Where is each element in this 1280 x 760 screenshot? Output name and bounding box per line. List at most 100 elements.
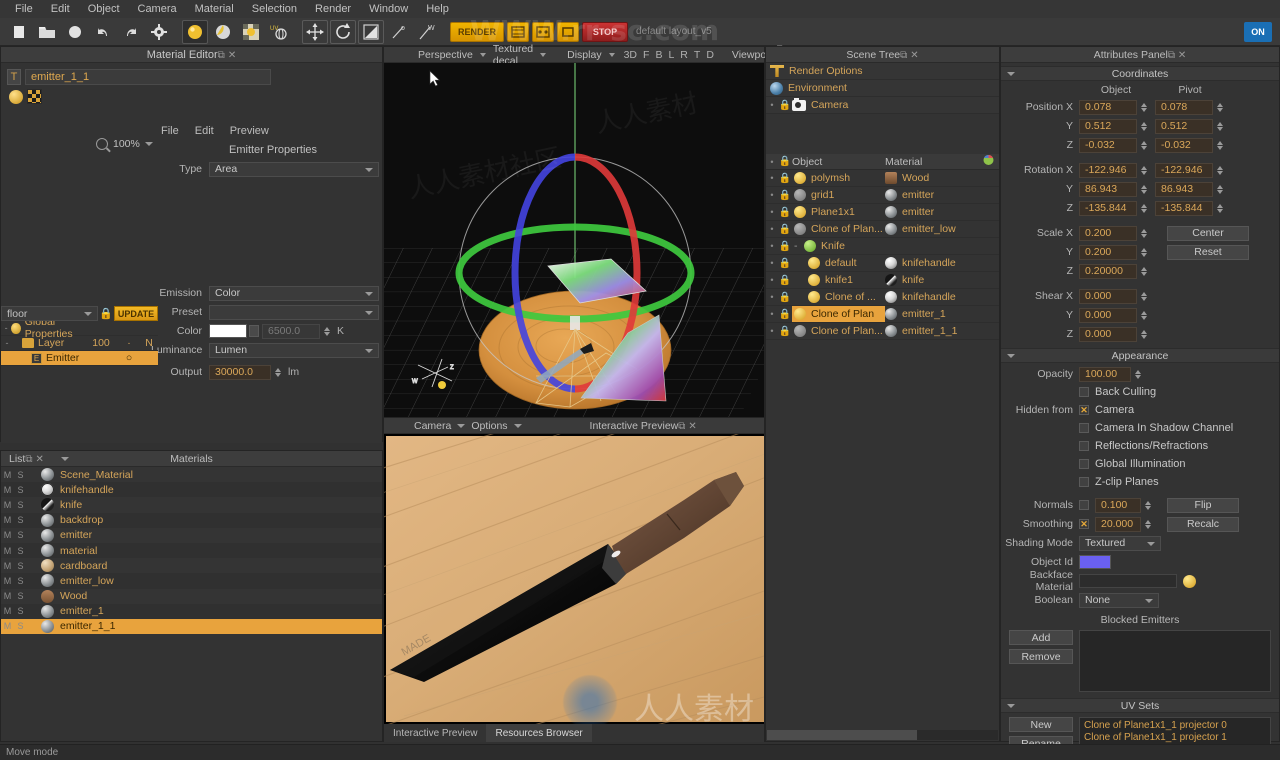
scene-tree-row[interactable]: • 🔒 Clone of ... knifehandle	[766, 289, 999, 306]
coordinate-pivot-stepper[interactable]	[1215, 100, 1225, 115]
lock-icon[interactable]: 🔒	[778, 207, 792, 218]
material-s-col[interactable]: S	[14, 561, 27, 571]
coordinate-object-stepper[interactable]	[1139, 100, 1149, 115]
coordinate-pivot-input[interactable]: 0.512	[1155, 118, 1213, 134]
material-s-col[interactable]: S	[14, 485, 27, 495]
uv-icon[interactable]: UV	[266, 20, 292, 44]
smoothing-stepper[interactable]	[1143, 517, 1153, 532]
scene-tree-row[interactable]: • 🔒 Clone of Plan emitter_1	[766, 306, 999, 323]
lock-icon[interactable]: 🔒	[778, 224, 792, 235]
lock-icon[interactable]: 🔒	[778, 292, 792, 303]
menu-item-edit[interactable]: Edit	[42, 1, 79, 17]
coordinate-pivot-input[interactable]: -122.946	[1155, 162, 1213, 178]
undock-icon[interactable]: ⧉	[218, 50, 225, 61]
material-name-input[interactable]: emitter_1_1	[25, 69, 271, 85]
coordinate-object-stepper[interactable]	[1139, 119, 1149, 134]
render-button[interactable]: RENDER	[450, 21, 505, 42]
lock-icon[interactable]: 🔒	[778, 173, 792, 184]
appearance-section-header[interactable]: Appearance	[1001, 348, 1279, 363]
me-menu-preview[interactable]: Preview	[230, 125, 269, 137]
layer-select[interactable]: floor	[1, 306, 98, 321]
material-m-col[interactable]: M	[1, 485, 14, 495]
hidden-from-row[interactable]: Camera In Shadow Channel	[1001, 420, 1279, 436]
close-icon[interactable]: ✕	[688, 421, 696, 432]
center-button[interactable]: Center	[1167, 225, 1249, 241]
coordinate-pivot-stepper[interactable]	[1215, 182, 1225, 197]
tab-interactive-preview[interactable]: Interactive Preview	[384, 724, 486, 742]
coordinate-object-stepper[interactable]	[1139, 182, 1149, 197]
material-s-col[interactable]: S	[14, 546, 27, 556]
coordinate-pivot-input[interactable]: 0.078	[1155, 99, 1213, 115]
coordinate-object-stepper[interactable]	[1139, 138, 1149, 153]
hidden-from-row[interactable]: Reflections/Refractions	[1001, 438, 1279, 454]
expander-icon[interactable]: -	[1, 323, 11, 333]
back-culling-row[interactable]: Back Culling	[1001, 384, 1279, 400]
material-m-col[interactable]: M	[1, 561, 14, 571]
hidden-from-row[interactable]: Z-clip Planes	[1001, 474, 1279, 490]
scene-tree-row[interactable]: • 🔒 Clone of Plan... emitter_1_1	[766, 323, 999, 340]
menu-item-help[interactable]: Help	[417, 1, 458, 17]
material-list-item[interactable]: M Sknifehandle	[1, 482, 382, 498]
scale-tool-icon[interactable]	[358, 19, 384, 44]
layer-row[interactable]: E Emitter ○	[1, 351, 158, 366]
smoothing-input[interactable]: 20.000	[1095, 516, 1141, 532]
viewport-view-f[interactable]: F	[643, 49, 649, 61]
uv-sets-section-header[interactable]: UV Sets	[1001, 698, 1279, 713]
preview-camera-label[interactable]: Camera	[414, 420, 451, 432]
coordinate-object-input[interactable]: -135.844	[1079, 200, 1137, 216]
material-s-col[interactable]: S	[14, 576, 27, 586]
menu-item-camera[interactable]: Camera	[129, 1, 186, 17]
material-s-col[interactable]: S	[14, 606, 27, 616]
render-animation-icon[interactable]	[532, 21, 555, 42]
hidden-from-checkbox[interactable]	[1079, 441, 1089, 451]
menu-item-selection[interactable]: Selection	[243, 1, 306, 17]
backface-material-ball-icon[interactable]	[1183, 574, 1196, 588]
menu-item-object[interactable]: Object	[79, 1, 129, 17]
boolean-select[interactable]: None	[1079, 592, 1159, 608]
viewport-3d-canvas[interactable]: W Z 人人素材社区 人人素材	[384, 63, 764, 418]
material-m-col[interactable]: M	[1, 591, 14, 601]
lock-icon[interactable]: 🔒	[778, 190, 792, 201]
render-preview-image[interactable]: MADE 人人素材	[384, 434, 764, 724]
menu-item-file[interactable]: File	[6, 1, 42, 17]
lock-icon[interactable]: 🔒	[98, 307, 114, 320]
coordinates-section-header[interactable]: Coordinates	[1001, 66, 1279, 81]
scene-tree-row[interactable]: • 🔒 polymsh Wood	[766, 170, 999, 187]
material-sphere-icon[interactable]	[182, 19, 208, 44]
scene-tree-row[interactable]: • 🔒 default knifehandle	[766, 255, 999, 272]
coordinate-object-input[interactable]: 0.512	[1079, 118, 1137, 134]
shear-input[interactable]: 0.000	[1079, 326, 1137, 342]
coordinate-pivot-input[interactable]: 86.943	[1155, 181, 1213, 197]
material-s-col[interactable]: S	[14, 530, 27, 540]
scale-input[interactable]: 0.200	[1079, 225, 1137, 241]
shear-input[interactable]: 0.000	[1079, 288, 1137, 304]
scene-tree-row[interactable]: • 🔒 Clone of Plan... emitter_low	[766, 221, 999, 238]
update-button[interactable]: UPDATE	[114, 306, 158, 321]
preview-zoom-control[interactable]: 100%	[96, 138, 153, 150]
chevron-down-icon[interactable]	[144, 142, 153, 146]
normals-input[interactable]: 0.100	[1095, 497, 1141, 513]
lock-icon[interactable]: 🔒	[778, 326, 792, 337]
viewport-view-b[interactable]: B	[655, 49, 662, 61]
scene-tree-scrollbar[interactable]	[767, 730, 998, 740]
checker-preview-icon[interactable]	[27, 89, 42, 104]
coordinate-pivot-stepper[interactable]	[1215, 163, 1225, 178]
recalc-button[interactable]: Recalc	[1167, 516, 1239, 532]
me-menu-file[interactable]: File	[161, 125, 179, 137]
uv-set-item[interactable]: Clone of Plane1x1_1 projector 0	[1080, 720, 1270, 732]
emitter-bulb-icon[interactable]	[9, 89, 23, 104]
me-menu-edit[interactable]: Edit	[195, 125, 214, 137]
viewport-display-label[interactable]: Display	[563, 49, 605, 61]
material-filter-icon[interactable]	[977, 154, 999, 169]
material-list-item[interactable]: M Semitter_1_1	[1, 618, 382, 635]
hidden-from-row[interactable]: Global Illumination	[1001, 456, 1279, 472]
new-uv-set-button[interactable]: New	[1009, 717, 1073, 732]
close-icon[interactable]: ✕	[1178, 50, 1186, 61]
stop-button[interactable]: STOP	[582, 21, 629, 42]
menu-item-window[interactable]: Window	[360, 1, 417, 17]
back-culling-checkbox[interactable]	[1079, 387, 1089, 397]
scene-tree-row[interactable]: • 🔒 - Knife	[766, 238, 999, 255]
color-picker-icon[interactable]	[249, 325, 259, 337]
material-m-col[interactable]: M	[1, 515, 14, 525]
coordinate-object-input[interactable]: 0.078	[1079, 99, 1137, 115]
